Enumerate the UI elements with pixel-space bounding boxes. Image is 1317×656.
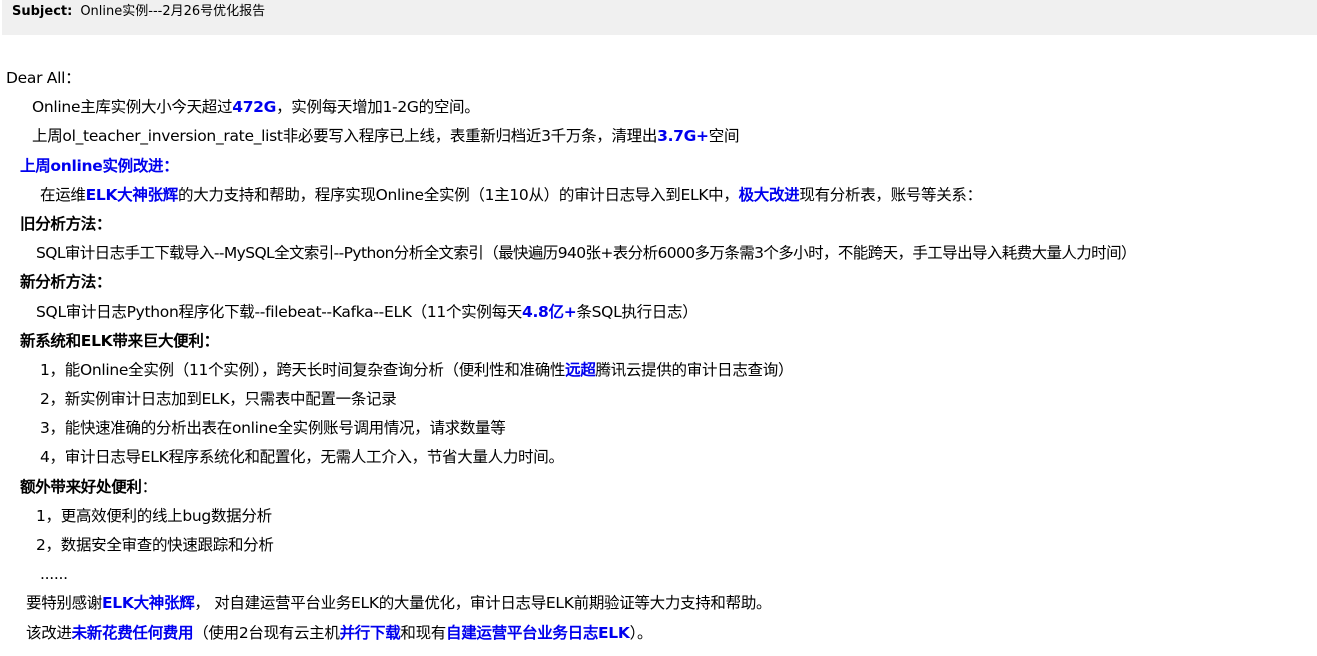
extra-heading: 额外带来好处便利： xyxy=(0,473,1317,502)
p1-highlight: 472G xyxy=(232,98,277,117)
old-heading-text: 旧分析方法： xyxy=(20,214,112,233)
cost-highlight-f: 自建运营平台业务日志ELK xyxy=(446,623,630,642)
email-body: Dear All： Online主库实例大小今天超过472G，实例每天增加1-2… xyxy=(0,64,1317,648)
subject-label: Subject: xyxy=(12,4,73,19)
new-method-desc: SQL审计日志Python程序化下载--filebeat--Kafka--ELK… xyxy=(0,298,1317,327)
benefit-heading: 新系统和ELK带来巨大便利： xyxy=(0,327,1317,356)
cost-text-g: ）。 xyxy=(629,623,653,642)
extra-heading-text: 额外带来好处便利 xyxy=(20,477,142,496)
cost-paragraph: 该改进未新花费任何费用（使用2台现有云主机并行下载和现有自建运营平台业务日志EL… xyxy=(0,619,1317,648)
p2-text-a: 上周ol_teacher_inversion_rate_list非必要写入程序已… xyxy=(32,127,658,146)
benefit1-text-c: 腾讯云提供的审计日志查询） xyxy=(595,360,794,379)
old-method-heading: 旧分析方法： xyxy=(0,210,1317,239)
new-desc-highlight: 4.8亿+ xyxy=(521,302,577,321)
improve-highlight-d: 极大改进 xyxy=(738,185,800,204)
subject-bar: Subject: Online实例---2月26号优化报告 xyxy=(2,0,1317,35)
benefit3-text: 3，能快速准确的分析出表在online全实例账号调用情况，请求数量等 xyxy=(40,419,506,438)
extra-item-1: 1，更高效便利的线上bug数据分析 xyxy=(0,502,1317,531)
greeting: Dear All： xyxy=(0,64,1317,93)
paragraph-improve: 在运维ELK大神张辉的大力支持和帮助，程序实现Online全实例（1主10从）的… xyxy=(0,181,1317,210)
ellipsis-text: ...... xyxy=(40,565,68,584)
benefit1-text-a: 1，能Online全实例（11个实例），跨天长时间复杂查询分析（便利性和准确性 xyxy=(40,360,566,379)
p2-highlight: 3.7G+ xyxy=(657,127,709,146)
improve-heading: 上周online实例改进： xyxy=(0,152,1317,181)
benefit-item-4: 4，审计日志导ELK程序系统化和配置化，无需人工介入，节省大量人力时间。 xyxy=(0,443,1317,472)
cost-highlight-b: 未新花费任何费用 xyxy=(71,623,194,642)
new-desc-text-a: SQL审计日志Python程序化下载--filebeat--Kafka--ELK… xyxy=(36,302,522,321)
benefit-item-1: 1，能Online全实例（11个实例），跨天长时间复杂查询分析（便利性和准确性远… xyxy=(0,356,1317,385)
extra-item-2: 2，数据安全审查的快速跟踪和分析 xyxy=(0,531,1317,560)
benefit-heading-text: 新系统和ELK带来巨大便利： xyxy=(20,331,219,350)
benefit1-highlight: 远超 xyxy=(565,360,596,379)
subject-value: Online实例---2月26号优化报告 xyxy=(80,4,266,19)
benefit4-text: 4，审计日志导ELK程序系统化和配置化，无需人工介入，节省大量人力时间。 xyxy=(40,448,564,467)
thanks-text-c: ， 对自建运营平台业务ELK的大量优化，审计日志导ELK前期验证等大力支持和帮助… xyxy=(194,594,772,613)
thanks-paragraph: 要特别感谢ELK大神张辉， 对自建运营平台业务ELK的大量优化，审计日志导ELK… xyxy=(0,589,1317,618)
new-method-heading: 新分析方法： xyxy=(0,268,1317,297)
cost-text-e: 和现有 xyxy=(400,623,447,642)
ellipsis: ...... xyxy=(0,560,1317,589)
new-desc-text-c: 条SQL执行日志） xyxy=(576,302,698,321)
extra2-text: 2，数据安全审查的快速跟踪和分析 xyxy=(36,536,274,554)
p1-text-c: ，实例每天增加1-2G的空间。 xyxy=(276,98,480,117)
old-method-desc: SQL审计日志手工下载导入--MySQL全文索引--Python分析全文索引（最… xyxy=(0,239,1317,268)
new-heading-text: 新分析方法： xyxy=(20,273,112,292)
improve-highlight-b: ELK大神张辉 xyxy=(85,185,179,204)
benefit-item-2: 2，新实例审计日志加到ELK，只需表中配置一条记录 xyxy=(0,385,1317,414)
cost-text-c: （使用2台现有云主机 xyxy=(193,623,340,642)
thanks-text-a: 要特别感谢 xyxy=(26,594,103,613)
greeting-text: Dear All： xyxy=(6,69,81,87)
improve-text-c: 的大力支持和帮助，程序实现Online全实例（1主10从）的审计日志导入到ELK… xyxy=(178,185,739,204)
p1-text-a: Online主库实例大小今天超过 xyxy=(32,98,233,117)
improve-text-a: 在运维 xyxy=(40,185,86,204)
old-desc-text: SQL审计日志手工下载导入--MySQL全文索引--Python分析全文索引（最… xyxy=(36,244,1136,263)
benefit2-text: 2，新实例审计日志加到ELK，只需表中配置一条记录 xyxy=(40,390,397,409)
paragraph-cleanup: 上周ol_teacher_inversion_rate_list非必要写入程序已… xyxy=(0,122,1317,151)
p2-text-c: 空间 xyxy=(708,127,740,146)
extra-heading-colon: ： xyxy=(141,477,158,496)
improve-text-e: 现有分析表，账号等关系： xyxy=(799,185,982,204)
benefit-item-3: 3，能快速准确的分析出表在online全实例账号调用情况，请求数量等 xyxy=(0,414,1317,443)
improve-heading-text: 上周online实例改进： xyxy=(20,156,179,175)
cost-highlight-d: 并行下载 xyxy=(339,623,401,642)
thanks-highlight: ELK大神张辉 xyxy=(102,594,195,613)
extra1-text: 1，更高效便利的线上bug数据分析 xyxy=(36,506,272,525)
paragraph-instance-size: Online主库实例大小今天超过472G，实例每天增加1-2G的空间。 xyxy=(0,93,1317,122)
cost-text-a: 该改进 xyxy=(26,623,72,642)
